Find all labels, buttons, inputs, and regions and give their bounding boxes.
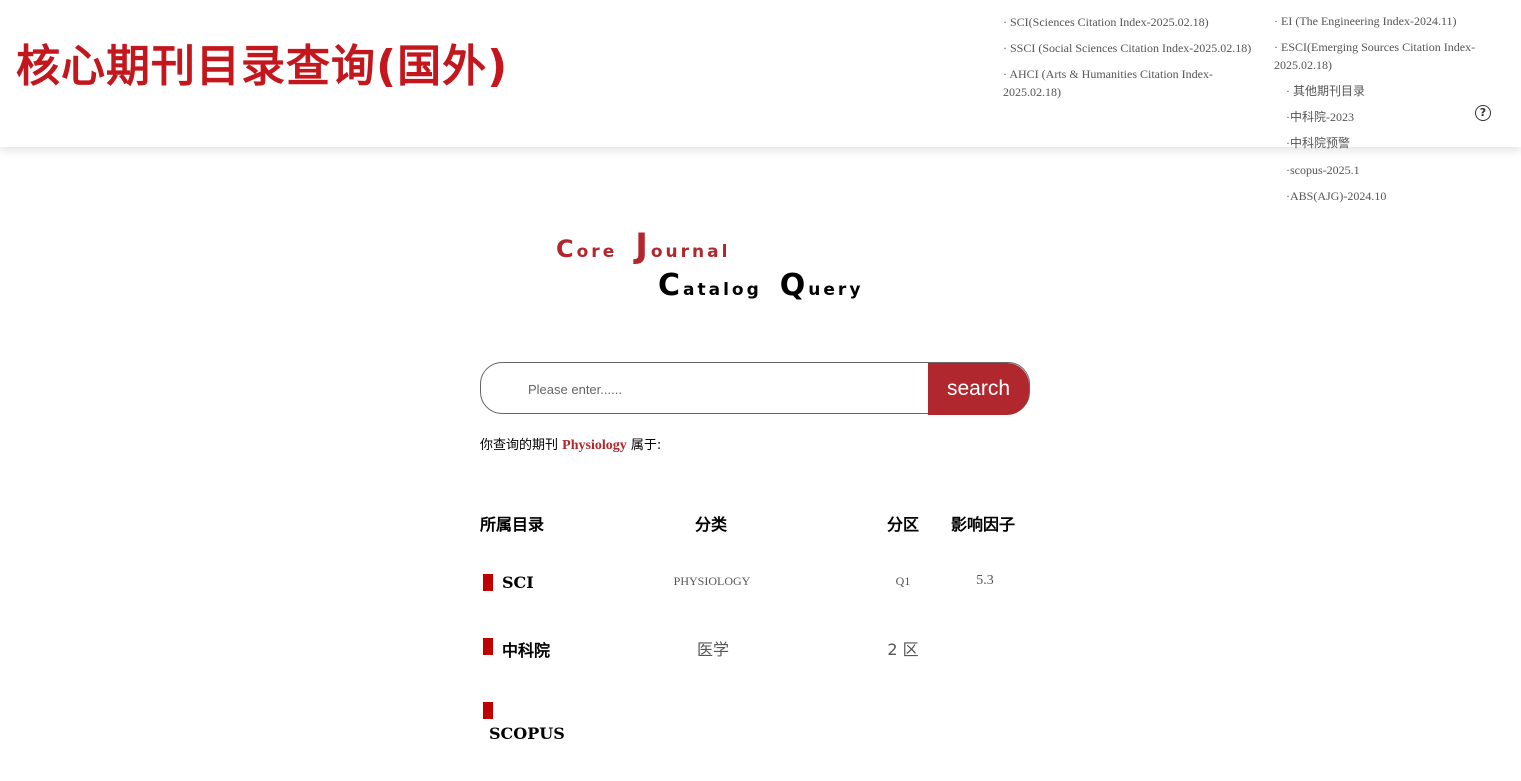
help-icon[interactable]: ? <box>1475 105 1491 121</box>
result-journal-name: Physiology <box>562 438 627 453</box>
row-category: 医学 <box>696 640 729 659</box>
nav-link-esci[interactable]: · ESCI(Emerging Sources Citation Index- <box>1274 38 1475 56</box>
logo-word: ore <box>576 242 618 262</box>
logo-letter: C <box>658 268 684 303</box>
result-suffix: 属于: <box>630 438 662 453</box>
column-header-zone: 分区 <box>887 515 920 534</box>
row-impact-factor: 5.3 <box>976 573 994 588</box>
column-header-catalog: 所属目录 <box>480 515 545 534</box>
column-header-category: 分类 <box>695 515 728 534</box>
search-input[interactable] <box>521 365 929 413</box>
nav-link-ssci[interactable]: · SSCI (Social Sciences Citation Index-2… <box>1003 39 1251 57</box>
core-journal-logo: Core Journal Catalog Query <box>556 226 956 304</box>
logo-word: atalog <box>683 280 762 300</box>
logo-word: uery <box>808 280 864 300</box>
row-catalog-name: 中科院 <box>502 641 551 660</box>
logo-letter: J <box>635 226 651 266</box>
result-prefix: 你查询的期刊 <box>480 438 559 453</box>
logo-line-catalog-query: Catalog Query <box>658 268 863 303</box>
nav-link-ahci[interactable]: · AHCI (Arts & Humanities Citation Index… <box>1003 65 1213 83</box>
site-title: 核心期刊目录查询(国外) <box>16 41 509 92</box>
nav-link-abs-ajg[interactable]: ·ABS(AJG)-2024.10 <box>1286 187 1386 205</box>
row-zone: Q1 <box>895 574 911 588</box>
nav-link-sci[interactable]: · SCI(Sciences Citation Index-2025.02.18… <box>1003 13 1209 31</box>
nav-link-ahci-date[interactable]: 2025.02.18) <box>1003 83 1061 101</box>
nav-link-cas-warning[interactable]: ·中科院预警 <box>1286 134 1350 152</box>
site-header: 核心期刊目录查询(国外) · SCI(Sciences Citation Ind… <box>0 0 1521 150</box>
nav-link-ei[interactable]: · EI (The Engineering Index-2024.11) <box>1274 12 1457 30</box>
row-zone: 2 区 <box>887 640 919 659</box>
nav-link-esci-date[interactable]: 2025.02.18) <box>1274 56 1332 74</box>
row-marker <box>483 702 493 719</box>
logo-letter: C <box>556 235 577 263</box>
result-summary: 你查询的期刊 Physiology 属于: <box>480 434 661 454</box>
row-marker <box>483 638 493 655</box>
row-marker <box>483 574 493 591</box>
logo-word: ournal <box>650 242 731 262</box>
logo-line-core-journal: Core Journal <box>556 226 730 266</box>
search-button[interactable]: search <box>928 363 1029 415</box>
row-category: PHYSIOLOGY <box>673 574 751 588</box>
logo-letter: Q <box>779 268 809 303</box>
nav-link-scopus[interactable]: ·scopus-2025.1 <box>1286 161 1360 179</box>
row-catalog-name: SCI <box>502 573 534 592</box>
nav-link-cas-2023[interactable]: ·中科院-2023 <box>1286 108 1354 126</box>
column-header-impact-factor: 影响因子 <box>951 515 1016 534</box>
row-catalog-name: SCOPUS <box>489 724 565 743</box>
nav-link-other-catalogs[interactable]: · 其他期刊目录 <box>1286 82 1365 100</box>
search-bar: search <box>480 362 1030 415</box>
